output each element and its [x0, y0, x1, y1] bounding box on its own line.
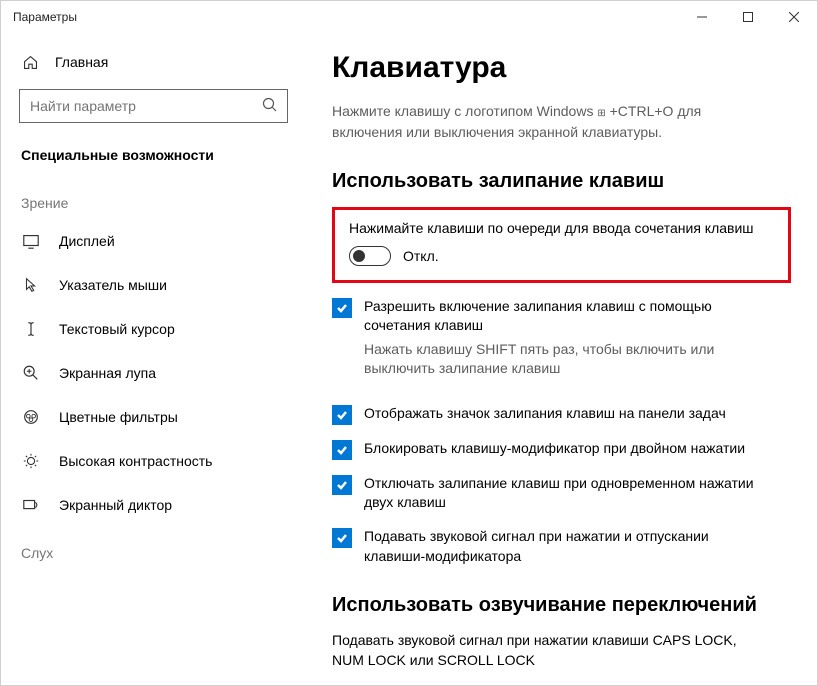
sticky-heading: Использовать залипание клавиш: [332, 170, 791, 193]
nav-narrator[interactable]: Экранный диктор: [1, 483, 306, 527]
allow-shortcut-label: Разрешить включение залипания клавиш с п…: [364, 297, 764, 336]
togglekeys-desc: Подавать звуковой сигнал при нажатии кла…: [332, 631, 762, 670]
checkbox-show-icon[interactable]: [332, 405, 352, 425]
checkbox-turnoff-two[interactable]: [332, 475, 352, 495]
checkbox-allow-shortcut[interactable]: [332, 298, 352, 318]
nav-magnifier[interactable]: Экранная лупа: [1, 351, 306, 395]
nav-highcontrast[interactable]: Высокая контрастность: [1, 439, 306, 483]
group-vision-label: Зрение: [1, 177, 306, 219]
sound-label: Подавать звуковой сигнал при нажатии и о…: [364, 527, 764, 566]
colorfilters-icon: [21, 407, 41, 427]
titlebar: Параметры: [1, 1, 817, 33]
page-title: Клавиатура: [332, 51, 791, 85]
home-nav[interactable]: Главная: [1, 45, 306, 79]
sidebar: Главная Специальные возможности Зрение Д…: [1, 33, 306, 685]
togglekeys-heading: Использовать озвучивание переключений: [332, 594, 791, 617]
highlight-box: Нажимайте клавиши по очереди для ввода с…: [332, 207, 791, 283]
windows-key-icon: ⊞: [597, 107, 605, 122]
lock-modifier-label: Блокировать клавишу-модификатор при двой…: [364, 439, 745, 459]
nav-label: Экранный диктор: [59, 497, 172, 513]
home-label: Главная: [55, 54, 108, 70]
narrator-icon: [21, 495, 41, 515]
nav-label: Экранная лупа: [59, 365, 156, 381]
nav-colorfilters[interactable]: Цветные фильтры: [1, 395, 306, 439]
display-icon: [21, 231, 41, 251]
checkbox-lock-modifier[interactable]: [332, 440, 352, 460]
nav-label: Текстовый курсор: [59, 321, 175, 337]
intro-text: Нажмите клавишу с логотипом Windows ⊞ +C…: [332, 101, 772, 142]
minimize-button[interactable]: [679, 1, 725, 33]
allow-shortcut-sub: Нажать клавишу SHIFT пять раз, чтобы вкл…: [364, 340, 764, 378]
content-area: Клавиатура Нажмите клавишу с логотипом W…: [306, 33, 817, 685]
nav-textcursor[interactable]: Текстовый курсор: [1, 307, 306, 351]
search-input[interactable]: [19, 89, 288, 123]
cursor-icon: [21, 275, 41, 295]
window-title: Параметры: [13, 10, 77, 24]
category-label: Специальные возможности: [1, 141, 306, 177]
toggle-knob: [353, 250, 365, 262]
maximize-button[interactable]: [725, 1, 771, 33]
sticky-toggle[interactable]: [349, 246, 391, 266]
search-wrap: [19, 89, 288, 123]
nav-label: Указатель мыши: [59, 277, 167, 293]
magnifier-icon: [21, 363, 41, 383]
nav-label: Высокая контрастность: [59, 453, 212, 469]
nav-label: Цветные фильтры: [59, 409, 178, 425]
sticky-toggle-label: Нажимайте клавиши по очереди для ввода с…: [349, 220, 774, 236]
search-icon: [262, 97, 278, 116]
turnoff-two-label: Отключать залипание клавиш при одновреме…: [364, 474, 764, 513]
nav-display[interactable]: Дисплей: [1, 219, 306, 263]
checkbox-sound[interactable]: [332, 528, 352, 548]
textcursor-icon: [21, 319, 41, 339]
nav-label: Дисплей: [59, 233, 115, 249]
nav-cursor[interactable]: Указатель мыши: [1, 263, 306, 307]
close-button[interactable]: [771, 1, 817, 33]
show-icon-label: Отображать значок залипания клавиш на па…: [364, 404, 726, 424]
sticky-toggle-state: Откл.: [403, 248, 439, 264]
highcontrast-icon: [21, 451, 41, 471]
home-icon: [21, 53, 39, 71]
group-hearing-label: Слух: [1, 527, 306, 569]
